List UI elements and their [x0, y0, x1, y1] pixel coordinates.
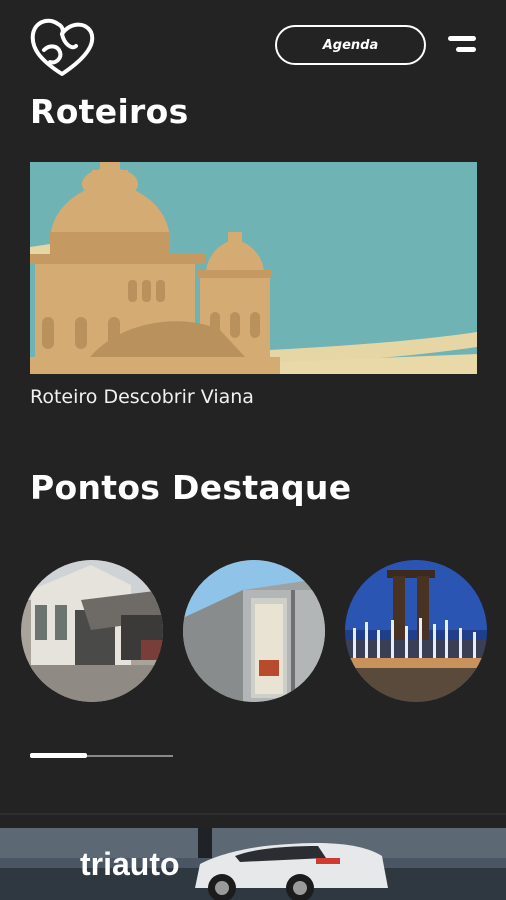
agenda-button[interactable]: Agenda — [275, 25, 426, 65]
ponto-destaque-station-photo[interactable] — [21, 560, 163, 702]
route-title[interactable]: Roteiro Descobrir Viana — [30, 386, 254, 408]
ponto-destaque-pavilion-photo[interactable] — [183, 560, 325, 702]
ponto-destaque-fountain-photo[interactable] — [345, 560, 487, 702]
ad-banner[interactable]: triauto — [0, 828, 506, 900]
section-title-roteiros: Roteiros — [30, 92, 189, 131]
carousel-scroll-thumb[interactable] — [30, 753, 87, 758]
ad-brand-name: triauto — [80, 846, 180, 882]
route-card-image[interactable] — [30, 162, 477, 374]
heart-logo-icon[interactable] — [28, 12, 96, 80]
section-title-pontos-destaque: Pontos Destaque — [30, 468, 352, 507]
menu-icon[interactable] — [444, 34, 476, 56]
section-divider — [0, 813, 506, 815]
